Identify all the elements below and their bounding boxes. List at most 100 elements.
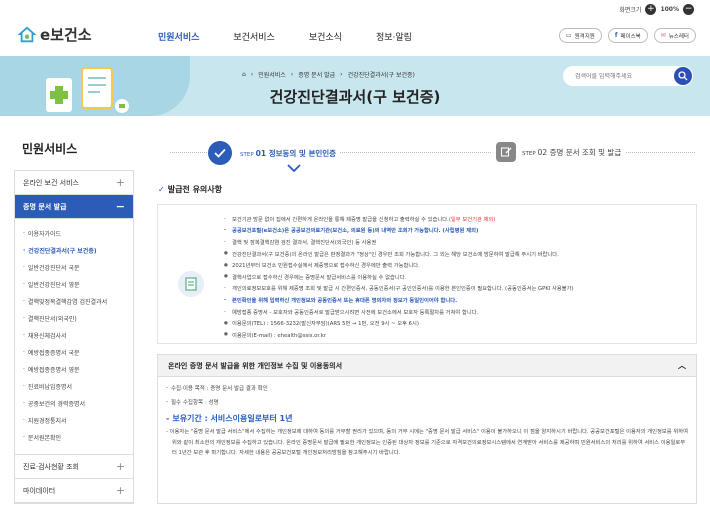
step-1-label: STEP 01 정보동의 및 본인인증 [240,148,336,159]
zoom-out-button[interactable]: − [683,4,694,15]
dash-bullet: - [224,308,226,315]
plus-icon: + [115,484,125,497]
search-box [563,66,693,86]
sub-item-vaccine-ko[interactable]: 예방접종증명서 국문 [23,344,133,361]
info-bullet-icon: ● [224,262,228,268]
facebook-button[interactable]: f 페이스북 [607,28,648,43]
notice-text: 보건기관 방문 없이 집에서 간편하게 온라인을 통해 제증명 발급을 신청하고… [232,216,449,223]
page-title: 건강진단결과서(구 보건증) [269,88,441,106]
chevron-up-icon[interactable]: ︿ [678,360,686,371]
zoom-in-button[interactable]: + [645,4,657,15]
dash-bullet: - [224,227,227,234]
step-2: STEP 02 증명 문서 조회 및 발급 [492,142,626,162]
notice-item: - 보건기관 방문 없이 집에서 간편하게 온라인을 통해 제증명 발급을 신청하… [224,213,694,225]
nav-civil-service[interactable]: 민원서비스 [158,30,199,43]
plus-icon: + [115,176,125,189]
sidebar-item-exam-status[interactable]: 진료·검사현황 조회 + [15,455,133,479]
search-input[interactable] [575,72,665,80]
edit-icon [496,142,516,162]
newsletter-button[interactable]: ✉ 뉴스레터 [653,28,696,43]
consent-body: 수집·이용 목적 : 증명 문서 발급 결과 확인 필수 수집항목 : 성명 보… [158,377,696,463]
consent-item: 필수 수집항목 : 성명 [166,395,688,409]
newsletter-label: 뉴스레터 [668,33,689,40]
sidebar-menu: 온라인 보건 서비스 + 증명 문서 발급 − 이용자가이드 건강진단결과서(구… [14,170,134,504]
breadcrumb-item[interactable]: 증명 문서 발급 [298,70,335,79]
sub-item-tb-foreigner[interactable]: 결핵진단서(외국인) [23,310,133,327]
main-nav: 민원서비스 보건서비스 보건소식 정보·알림 [158,30,412,43]
minus-icon: − [115,200,125,213]
step-2-label: STEP 02 증명 문서 조회 및 발급 [522,147,621,158]
notice-item: - 예방접종 증명서 - 보호자와 공동인증서로 발급받으시려면 사전에 보건소에… [224,306,694,318]
sidebar-sub-list: 이용자가이드 건강진단결과서(구 보건증) 일반건강진단서 국문 일반건강진단서… [15,219,133,455]
notice-list: - 보건기관 방문 없이 집에서 간편하게 온라인을 통해 제증명 발급을 신청하… [224,213,694,341]
sidebar-item-mydata[interactable]: 마이데이터 + [15,479,133,503]
dash-bullet: - [224,215,226,222]
notice-red-note: (일부 보건기관 제외) [448,216,496,223]
sub-item-general-ko[interactable]: 일반건강진단서 국문 [23,259,133,276]
breadcrumb-sep: › [290,71,294,78]
notice-text: 본인확인을 위해 입력하신 개인정보와 공동인증서 또는 휴대폰 명의자의 정보… [232,297,458,304]
sidebar-item-label: 마이데이터 [23,486,56,495]
check-circle-icon: ✓ [158,185,165,194]
info-bullet-icon: ● [224,251,228,257]
remote-support-button[interactable]: ▭ 원격지원 [558,28,602,43]
search-button[interactable] [674,67,692,85]
zoom-label: 화면크기 [619,7,642,14]
notice-item: - 개인의료정보보호를 위해 제증명 조회 및 발급 시 간편인증서, 공동인증서… [224,283,694,295]
nav-health-service[interactable]: 보건서비스 [233,30,274,43]
remote-support-label: 원격지원 [574,33,595,40]
sub-item-tb-result[interactable]: 결핵및정목결핵감염 검진결과서 [23,293,133,310]
step-num: 01 [255,148,267,158]
logo-icon [18,26,36,42]
sidebar-item-label: 온라인 보건 서비스 [23,178,79,187]
info-bullet-icon: ● [224,320,228,326]
notice-item: - 결핵 및 잠복결핵감염 검진 결과서, 결핵진단서(외국인) 등 사용권 [224,236,694,248]
step-num: 02 [537,147,548,157]
notice-title: 발급전 유의사항 [167,185,223,194]
sub-item-employment[interactable]: 채용신체검사서 [23,327,133,344]
notice-text: 2021년부터 보건소 민원접수실에서 제증명으로 접수하신 경우에만 출력 가… [232,263,420,270]
notice-text: 결핵 및 잠복결핵감염 검진 결과서, 결핵진단서(외국인) 등 사용권 [232,239,377,246]
sub-item-user-guide[interactable]: 이용자가이드 [23,225,133,242]
notice-text: 결핵사업으로 접수하신 경우에는 증명문서 발급서비스를 이용하실 수 없습니다… [232,274,407,281]
retention-period: 보유기간 : 서비스이용일로부터 1년 [166,409,688,427]
step-1: STEP 01 정보동의 및 본인인증 [208,141,341,165]
sub-item-vaccine-en[interactable]: 예방접종증명서 영문 [23,361,133,378]
sub-item-notice[interactable]: 지원경정통지서 [23,412,133,429]
consent-title: 온라인 증명 문서 발급을 위한 개인정보 수집 및 이용동의서 [168,361,343,370]
sidebar-item-label: 증명 문서 발급 [23,202,67,211]
logo-text: e보건소 [40,26,92,44]
notice-text: 개인의료정보보호를 위해 제증명 조회 및 발급 시 간편인증서, 공동인증서(… [232,286,574,293]
search-icon [678,71,688,81]
consent-header[interactable]: 온라인 증명 문서 발급을 위한 개인정보 수집 및 이용동의서 ︿ [158,355,696,377]
breadcrumb-item[interactable]: 민원서비스 [258,70,286,79]
site-logo[interactable]: e보건소 [18,24,92,45]
facebook-icon: f [614,32,618,39]
sub-item-general-en[interactable]: 일반건강진단서 영문 [23,276,133,293]
notice-text: 이용문의(E-mail) : ehealth@ssis.or.kr [232,332,327,339]
nav-info-notice[interactable]: 정보·알림 [376,30,412,43]
notice-heading: ✓ 발급전 유의사항 [158,184,222,195]
sub-item-verify[interactable]: 문서원본확인 [23,429,133,446]
notice-item: - 공공보건포털(e보건소)은 공공보건의료기관(보건소, 의료원 등)의 내역만… [224,225,694,237]
home-icon[interactable]: ⌂ [242,71,246,78]
zoom-value: 100% [660,6,679,13]
notice-item: ● 2021년부터 보건소 민원접수실에서 제증명으로 접수하신 경우에만 출력 … [224,259,694,271]
dash-bullet: - [224,238,226,245]
sub-item-career[interactable]: 공중보건의 경력증명서 [23,395,133,412]
sub-item-payment[interactable]: 진료비납입증명서 [23,378,133,395]
notice-item: ● 건강진단결과서(구 보건증)의 온라인 발급은 판정결과가 "정상"인 경우만… [224,248,694,260]
consent-item: 수집·이용 목적 : 증명 문서 발급 결과 확인 [166,381,688,395]
sidebar-item-online-health[interactable]: 온라인 보건 서비스 + [15,171,133,195]
header-buttons: ▭ 원격지원 f 페이스북 ✉ 뉴스레터 [558,28,696,43]
notice-item: ● 이용문의(TEL) : 1566-3232(발신자부담)(ARS 5번 → 1… [224,317,694,329]
sidebar-title: 민원서비스 [22,142,78,156]
sub-item-health-cert[interactable]: 건강진단결과서(구 보건증) [23,242,133,259]
dash-bullet: - [224,285,226,292]
check-icon [208,141,232,165]
nav-health-news[interactable]: 보건소식 [309,30,342,43]
sidebar-item-certificate[interactable]: 증명 문서 발급 − [15,195,133,219]
breadcrumb-item[interactable]: 건강진단결과서(구 보건증) [348,70,415,79]
consent-section: 온라인 증명 문서 발급을 위한 개인정보 수집 및 이용동의서 ︿ 수집·이용… [157,354,697,504]
dash-bullet: - [224,296,227,303]
